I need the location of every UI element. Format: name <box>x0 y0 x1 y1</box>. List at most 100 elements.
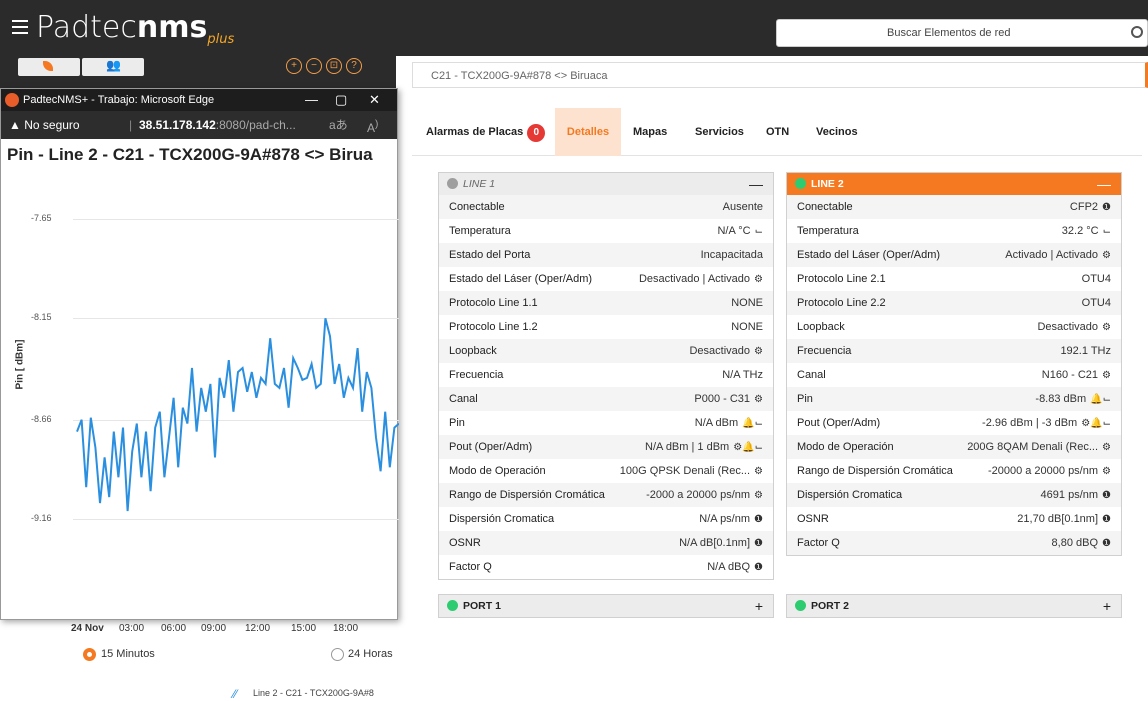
line1-row: Dispersión Cromatica N/A ps/nm ❶ <box>439 507 773 531</box>
row-key: Protocolo Line 1.2 <box>449 321 538 333</box>
sidebar-tab-users[interactable]: 👥 <box>82 58 144 76</box>
search-icon[interactable] <box>1131 26 1143 38</box>
row-value: N/A THz <box>722 369 763 381</box>
detail-tabs: Alarmas de Placas 0 Detalles Mapas Servic… <box>412 108 1142 156</box>
row-key: Rango de Dispersión Cromática <box>797 465 953 477</box>
legend-line-icon: ⁄⁄ <box>233 687 238 701</box>
zoom-out-icon[interactable]: − <box>306 58 322 74</box>
users-icon: 👥 <box>106 58 121 72</box>
line1-row: Estado del Láser (Oper/Adm) Desactivado |… <box>439 267 773 291</box>
search-input[interactable]: Buscar Elementos de red <box>776 19 1148 47</box>
row-action-icon[interactable]: 🔔⌙ <box>1090 388 1111 412</box>
tab-detalles[interactable]: Detalles <box>555 108 621 156</box>
row-action-icon[interactable]: ⚙🔔⌙ <box>1081 412 1111 436</box>
row-key: Protocolo Line 2.1 <box>797 273 886 285</box>
app-logo: Padtecnmsplus <box>36 10 235 47</box>
collapse-icon[interactable]: — <box>1097 173 1111 195</box>
line1-row: Modo de Operación 100G QPSK Denali (Rec..… <box>439 459 773 483</box>
zoom-in-icon[interactable]: + <box>286 58 302 74</box>
row-action-icon[interactable]: 🔔⌙ <box>742 412 763 436</box>
sidebar-tab-network[interactable] <box>18 58 80 76</box>
port2-header[interactable]: PORT 2 + <box>787 595 1121 617</box>
port1-card: PORT 1 + <box>438 594 774 618</box>
tab-servicios[interactable]: Servicios <box>695 108 744 156</box>
line2-row: Canal N160 - C21 ⚙ <box>787 363 1121 387</box>
row-key: OSNR <box>797 513 829 525</box>
x-tick-label: 12:00 <box>245 623 271 634</box>
row-action-icon[interactable]: ⌙ <box>1103 220 1111 244</box>
export-icon[interactable]: ⊡ <box>326 58 342 74</box>
menu-icon[interactable] <box>12 20 28 34</box>
line2-row: Protocolo Line 2.1 OTU4 <box>787 267 1121 291</box>
expand-icon[interactable]: + <box>1103 595 1111 617</box>
line2-row: Temperatura 32.2 °C ⌙ <box>787 219 1121 243</box>
row-value: 100G QPSK Denali (Rec... ⚙ <box>620 459 763 484</box>
row-action-icon[interactable]: ⚙ <box>754 460 763 484</box>
row-value: -2.96 dBm | -3 dBm ⚙🔔⌙ <box>982 411 1111 436</box>
row-action-icon[interactable]: ⚙ <box>754 484 763 508</box>
row-key: Conectable <box>449 201 505 213</box>
expand-icon[interactable]: + <box>755 595 763 617</box>
row-action-icon[interactable]: ⚙ <box>1102 316 1111 340</box>
line1-row: Temperatura N/A °C ⌙ <box>439 219 773 243</box>
line2-row: Pout (Oper/Adm) -2.96 dBm | -3 dBm ⚙🔔⌙ <box>787 411 1121 435</box>
row-action-icon[interactable]: ⚙ <box>754 340 763 364</box>
top-bar: Padtecnmsplus Buscar Elementos de red <box>0 0 1148 56</box>
row-key: Loopback <box>797 321 845 333</box>
radio-24-horas[interactable] <box>331 648 344 661</box>
line2-row: Dispersión Cromatica 4691 ps/nm ❶ <box>787 483 1121 507</box>
row-value: OTU4 <box>1081 273 1111 285</box>
search-placeholder: Buscar Elementos de red <box>887 27 1011 39</box>
row-value: Incapacitada <box>700 249 763 261</box>
row-action-icon[interactable]: ❶ <box>754 556 763 580</box>
line1-row: OSNR N/A dB[0.1nm] ❶ <box>439 531 773 555</box>
line1-header[interactable]: LINE 1 — <box>439 173 773 195</box>
tab-vecinos[interactable]: Vecinos <box>816 108 858 156</box>
row-action-icon[interactable]: ⚙ <box>1102 244 1111 268</box>
line2-row: Modo de Operación 200G 8QAM Denali (Rec..… <box>787 435 1121 459</box>
line2-row: Rango de Dispersión Cromática -20000 a 20… <box>787 459 1121 483</box>
x-tick-label: 03:00 <box>119 623 145 634</box>
radio-15-minutos[interactable] <box>83 648 96 661</box>
row-key: Conectable <box>797 201 853 213</box>
row-action-icon[interactable]: ❶ <box>1102 532 1111 556</box>
tab-mapas[interactable]: Mapas <box>633 108 667 156</box>
row-action-icon[interactable]: ⚙ <box>754 388 763 412</box>
row-action-icon[interactable]: ⚙ <box>1102 460 1111 484</box>
row-action-icon[interactable]: ❶ <box>1102 508 1111 532</box>
row-key: Pin <box>449 417 465 429</box>
row-action-icon[interactable]: ⚙ <box>1102 436 1111 460</box>
legend-entry[interactable]: Line 2 - C21 - TCX200G-9A#8 <box>253 688 374 698</box>
row-action-icon[interactable]: ⚙ <box>1102 364 1111 388</box>
help-icon[interactable]: ? <box>346 58 362 74</box>
tab-otn[interactable]: OTN <box>766 108 789 156</box>
row-key: Pout (Oper/Adm) <box>797 417 881 429</box>
row-action-icon[interactable]: ⚙🔔⌙ <box>733 436 763 460</box>
line2-header[interactable]: LINE 2 — <box>787 173 1121 195</box>
row-value: 21,70 dB[0.1nm] ❶ <box>1017 507 1111 532</box>
series-line[interactable] <box>76 318 399 512</box>
row-value: Ausente <box>722 201 763 213</box>
x-tick-label: 15:00 <box>291 623 317 634</box>
row-value: NONE <box>731 321 763 333</box>
row-action-icon[interactable]: ❶ <box>754 508 763 532</box>
line2-row: Estado del Láser (Oper/Adm) Activado | Ac… <box>787 243 1121 267</box>
line2-row: OSNR 21,70 dB[0.1nm] ❶ <box>787 507 1121 531</box>
line1-row: Canal P000 - C31 ⚙ <box>439 387 773 411</box>
row-value: P000 - C31 ⚙ <box>694 387 763 412</box>
row-action-icon[interactable]: ❶ <box>1102 484 1111 508</box>
port1-header[interactable]: PORT 1 + <box>439 595 773 617</box>
row-key: Loopback <box>449 345 497 357</box>
row-action-icon[interactable]: ❶ <box>1102 196 1111 220</box>
alarm-count-badge: 0 <box>527 124 546 142</box>
row-key: Estado del Láser (Oper/Adm) <box>449 273 593 285</box>
row-key: Estado del Porta <box>449 249 531 261</box>
line2-row: Factor Q 8,80 dBQ ❶ <box>787 531 1121 555</box>
collapse-icon[interactable]: — <box>749 173 763 195</box>
row-action-icon[interactable]: ⚙ <box>754 268 763 292</box>
row-key: Modo de Operación <box>797 441 894 453</box>
row-action-icon[interactable]: ❶ <box>754 532 763 556</box>
row-action-icon[interactable]: ⌙ <box>755 220 763 244</box>
tab-alarmas[interactable]: Alarmas de Placas 0 <box>426 108 546 156</box>
row-value: Activado | Activado ⚙ <box>1005 243 1111 268</box>
